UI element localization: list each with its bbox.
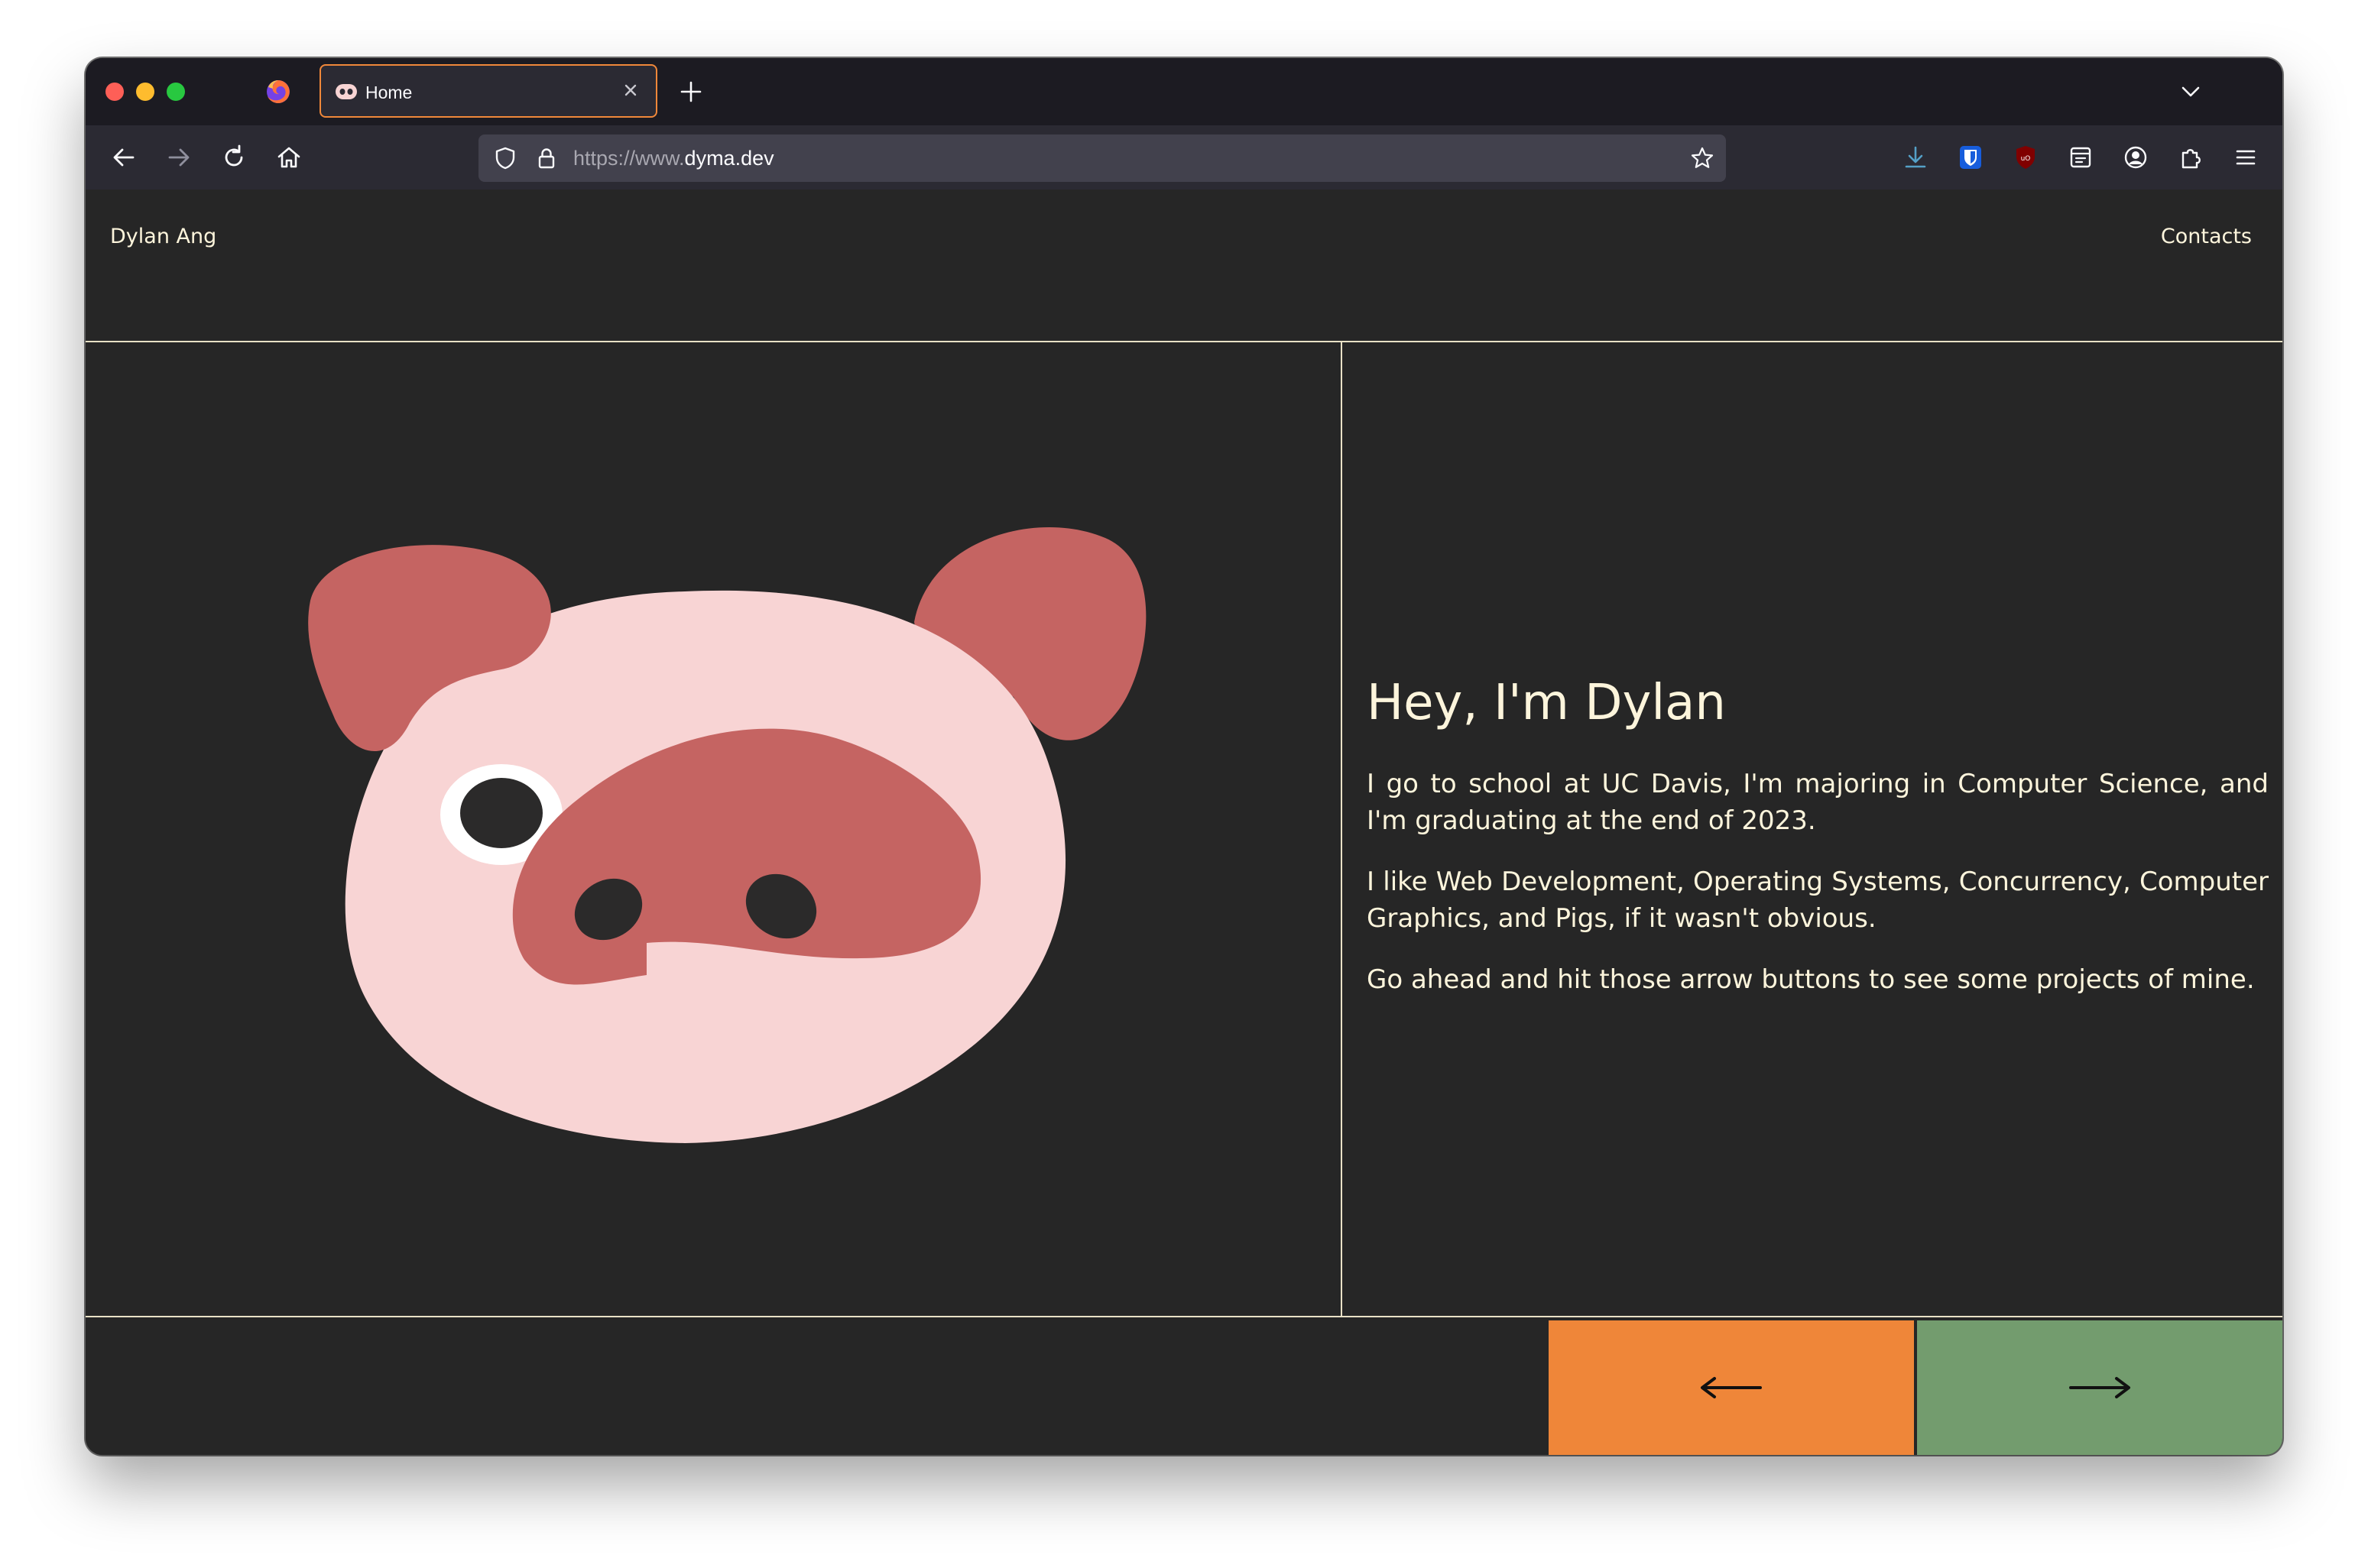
new-tab-plus-icon[interactable] bbox=[677, 78, 705, 105]
chevron-down-icon[interactable] bbox=[2178, 79, 2203, 104]
contacts-link[interactable]: Contacts bbox=[2161, 225, 2252, 248]
left-arrow-icon bbox=[1701, 1377, 1762, 1398]
previous-project-button[interactable] bbox=[1549, 1320, 1914, 1455]
url-prefix: https://www. bbox=[573, 147, 685, 170]
home-icon[interactable] bbox=[274, 142, 304, 173]
shield-icon[interactable] bbox=[492, 145, 518, 171]
column-divider bbox=[1341, 342, 1342, 1317]
window-minimize-button[interactable] bbox=[136, 83, 154, 101]
reader-view-icon[interactable] bbox=[2065, 142, 2096, 173]
pig-left-eye-pupil bbox=[460, 778, 543, 848]
tab-home[interactable]: Home bbox=[320, 64, 657, 118]
hamburger-menu-icon[interactable] bbox=[2230, 142, 2261, 173]
footer-divider bbox=[86, 1316, 2282, 1317]
window-maximize-button[interactable] bbox=[167, 83, 185, 101]
forward-arrow-icon[interactable] bbox=[164, 142, 194, 173]
hero-heading: Hey, I'm Dylan bbox=[1367, 675, 1726, 731]
close-icon[interactable] bbox=[619, 79, 642, 102]
bio-paragraph: I go to school at UC Davis, I'm majoring… bbox=[1367, 769, 2269, 836]
navigation-toolbar: https://www.dyma.dev uO bbox=[86, 125, 2282, 190]
browser-window: Home https://www.dyma.dev uO Dylan Ang C… bbox=[86, 58, 2282, 1455]
pig-favicon-icon bbox=[336, 84, 357, 99]
reload-icon[interactable] bbox=[219, 142, 249, 173]
extensions-puzzle-icon[interactable] bbox=[2175, 142, 2206, 173]
svg-text:uO: uO bbox=[2021, 155, 2031, 163]
pig-illustration bbox=[308, 526, 1147, 1143]
tab-strip: Home bbox=[86, 58, 2282, 125]
bio-section: Hey, I'm Dylan I go to school at UC Davi… bbox=[1367, 671, 2269, 1022]
firefox-view-icon[interactable] bbox=[264, 78, 292, 105]
bitwarden-shield-icon[interactable] bbox=[1955, 142, 1986, 173]
account-icon[interactable] bbox=[2120, 142, 2151, 173]
bookmark-star-icon[interactable] bbox=[1689, 145, 1715, 171]
ublock-origin-icon[interactable]: uO bbox=[2010, 142, 2041, 173]
url-bar[interactable]: https://www.dyma.dev bbox=[478, 134, 1726, 182]
bio-paragraph: Go ahead and hit those arrow buttons to … bbox=[1367, 964, 2255, 995]
header-divider bbox=[86, 341, 2282, 342]
next-project-button[interactable] bbox=[1917, 1320, 2282, 1455]
web-page: Dylan Ang Contacts Hey, I'm Dylan I go t… bbox=[86, 190, 2282, 1455]
download-icon[interactable] bbox=[1900, 142, 1931, 173]
tab-title: Home bbox=[365, 83, 413, 102]
bio-paragraph: I like Web Development, Operating System… bbox=[1367, 867, 2269, 934]
back-arrow-icon[interactable] bbox=[109, 142, 139, 173]
right-arrow-icon bbox=[2069, 1377, 2130, 1398]
url-text[interactable]: https://www.dyma.dev bbox=[573, 146, 774, 170]
lock-icon[interactable] bbox=[534, 145, 560, 171]
window-close-button[interactable] bbox=[105, 83, 124, 101]
site-name-link[interactable]: Dylan Ang bbox=[110, 225, 216, 248]
url-domain: dyma.dev bbox=[684, 147, 774, 170]
